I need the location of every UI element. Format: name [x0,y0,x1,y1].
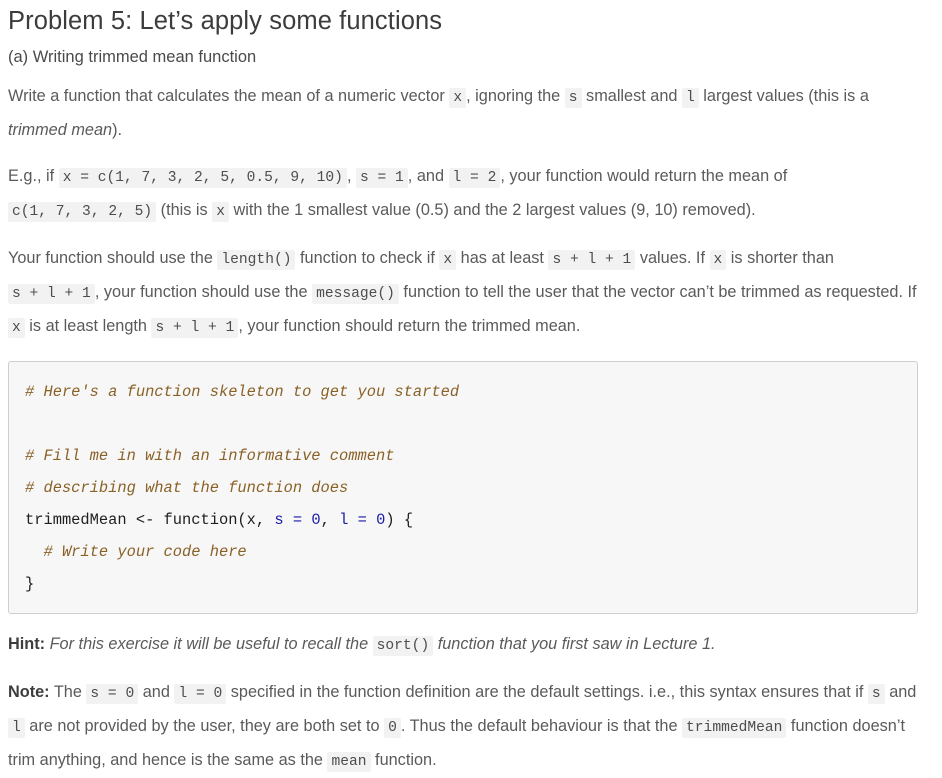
req-text-4: values. If [635,249,710,267]
part-heading: (a) Writing trimmed mean function [8,48,257,66]
note-paragraph: Note: The s = 0 and l = 0 specified in t… [8,662,926,778]
requirements-paragraph: Your function should use the length() fu… [8,228,924,344]
req-text-1: Your function should use the [8,249,218,267]
req-text-2: function to check if [295,249,440,267]
code-default-l-value: 0 [376,511,386,529]
problem-page: Problem 5: Let’s apply some functions (a… [0,0,926,778]
inline-code-l-equals-2: l = 2 [448,168,501,188]
inline-code-message: message() [312,284,399,304]
code-sp-2 [302,511,311,529]
req-text-3: has at least [456,249,549,267]
note-text-5: are not provided by the user, they are b… [24,717,385,735]
code-arg-l: l [339,511,349,529]
code-function-def-end: ) { [385,511,414,529]
code-default-s-value: 0 [311,511,321,529]
note-text-4: and [884,683,917,701]
note-text-1: The [49,683,87,701]
hint-body: For this exercise it will be useful to r… [45,635,716,656]
code-comma: , [320,511,340,529]
inline-code-s-plus-l-plus-1: s + l + 1 [548,250,636,270]
inline-code-s-default: s = 0 [86,684,139,704]
code-comment-3: # describing what the function does [25,479,349,497]
example-text-3: , and [407,167,449,185]
example-text-2: , [346,167,356,185]
code-sp-1 [284,511,293,529]
example-text-4: , your function would return the mean of [500,167,788,185]
req-text-5: is shorter than [726,249,834,267]
inline-code-x: x [449,88,467,108]
inline-code-vector-x: x = c(1, 7, 3, 2, 5, 0.5, 9, 10) [58,168,347,188]
req-text-6: , your function should use the [94,283,313,301]
example-paragraph: E.g., if x = c(1, 7, 3, 2, 5, 0.5, 9, 10… [8,146,924,228]
code-comment-4: # Write your code here [25,543,247,561]
intro-text-3: smallest and [581,87,682,105]
intro-text-5: ). [112,121,123,139]
code-skeleton-block[interactable]: # Here's a function skeleton to get you … [8,361,918,614]
intro-paragraph: Write a function that calculates the mea… [8,68,924,146]
hint-paragraph: Hint: For this exercise it will be usefu… [8,614,926,662]
intro-text-1: Write a function that calculates the mea… [8,87,450,105]
inline-code-x-3: x [439,250,457,270]
hint-label: Hint: [8,635,46,653]
inline-code-l-2: l [8,718,25,738]
inline-code-s-equals-1: s = 1 [356,168,408,188]
emphasis-trimmed-mean: trimmed mean [8,121,113,139]
inline-code-s: s [564,88,582,108]
code-comment-2: # Fill me in with an informative comment [25,447,395,465]
inline-code-s-plus-l-plus-1-b: s + l + 1 [8,284,95,304]
note-text-2: and [138,683,175,701]
inline-code-x-5: x [8,318,25,338]
example-text-1: E.g., if [8,167,59,185]
req-text-7: function to tell the user that the vecto… [398,283,917,301]
example-text-5: (this is [156,201,213,219]
note-text-8: function. [370,751,437,769]
note-text-3: specified in the function definition are… [226,683,868,701]
note-text-6: . Thus the default behaviour is that the [400,717,683,735]
inline-code-s-plus-l-plus-1-c: s + l + 1 [151,318,239,338]
intro-text-4: largest values (this is a [698,87,869,105]
code-sp-3 [348,511,357,529]
example-text-6: with the 1 smallest value (0.5) and the … [228,201,756,219]
code-closing-brace: } [25,575,35,593]
code-comment-1: # Here's a function skeleton to get you … [25,383,460,401]
code-arg-s: s [274,511,284,529]
note-label: Note: [8,683,50,701]
inline-code-mean: mean [327,752,371,772]
inline-code-length: length() [217,250,296,270]
intro-text-2: , ignoring the [466,87,565,105]
code-function-def-a: trimmedMean <- function(x, [25,511,275,529]
code-eq-1: = [292,511,303,529]
hint-text-2: function that you first saw in Lecture 1… [433,635,716,653]
inline-code-x-4: x [709,250,727,270]
inline-code-zero: 0 [384,718,401,738]
inline-code-x-2: x [212,202,229,222]
req-text-9: , your function should return the trimme… [238,317,581,335]
inline-code-s-2: s [867,684,885,704]
inline-code-l-default: l = 0 [174,684,227,704]
inline-code-l: l [681,88,699,108]
req-text-8: is at least length [24,317,152,335]
inline-code-result-vector: c(1, 7, 3, 2, 5) [8,202,157,222]
code-sp-4 [367,511,376,529]
hint-text-1: For this exercise it will be useful to r… [45,635,373,653]
inline-code-trimmedmean: trimmedMean [682,718,787,738]
code-eq-2: = [357,511,367,529]
inline-code-sort: sort() [372,636,434,656]
page-title: Problem 5: Let’s apply some functions [8,7,443,35]
